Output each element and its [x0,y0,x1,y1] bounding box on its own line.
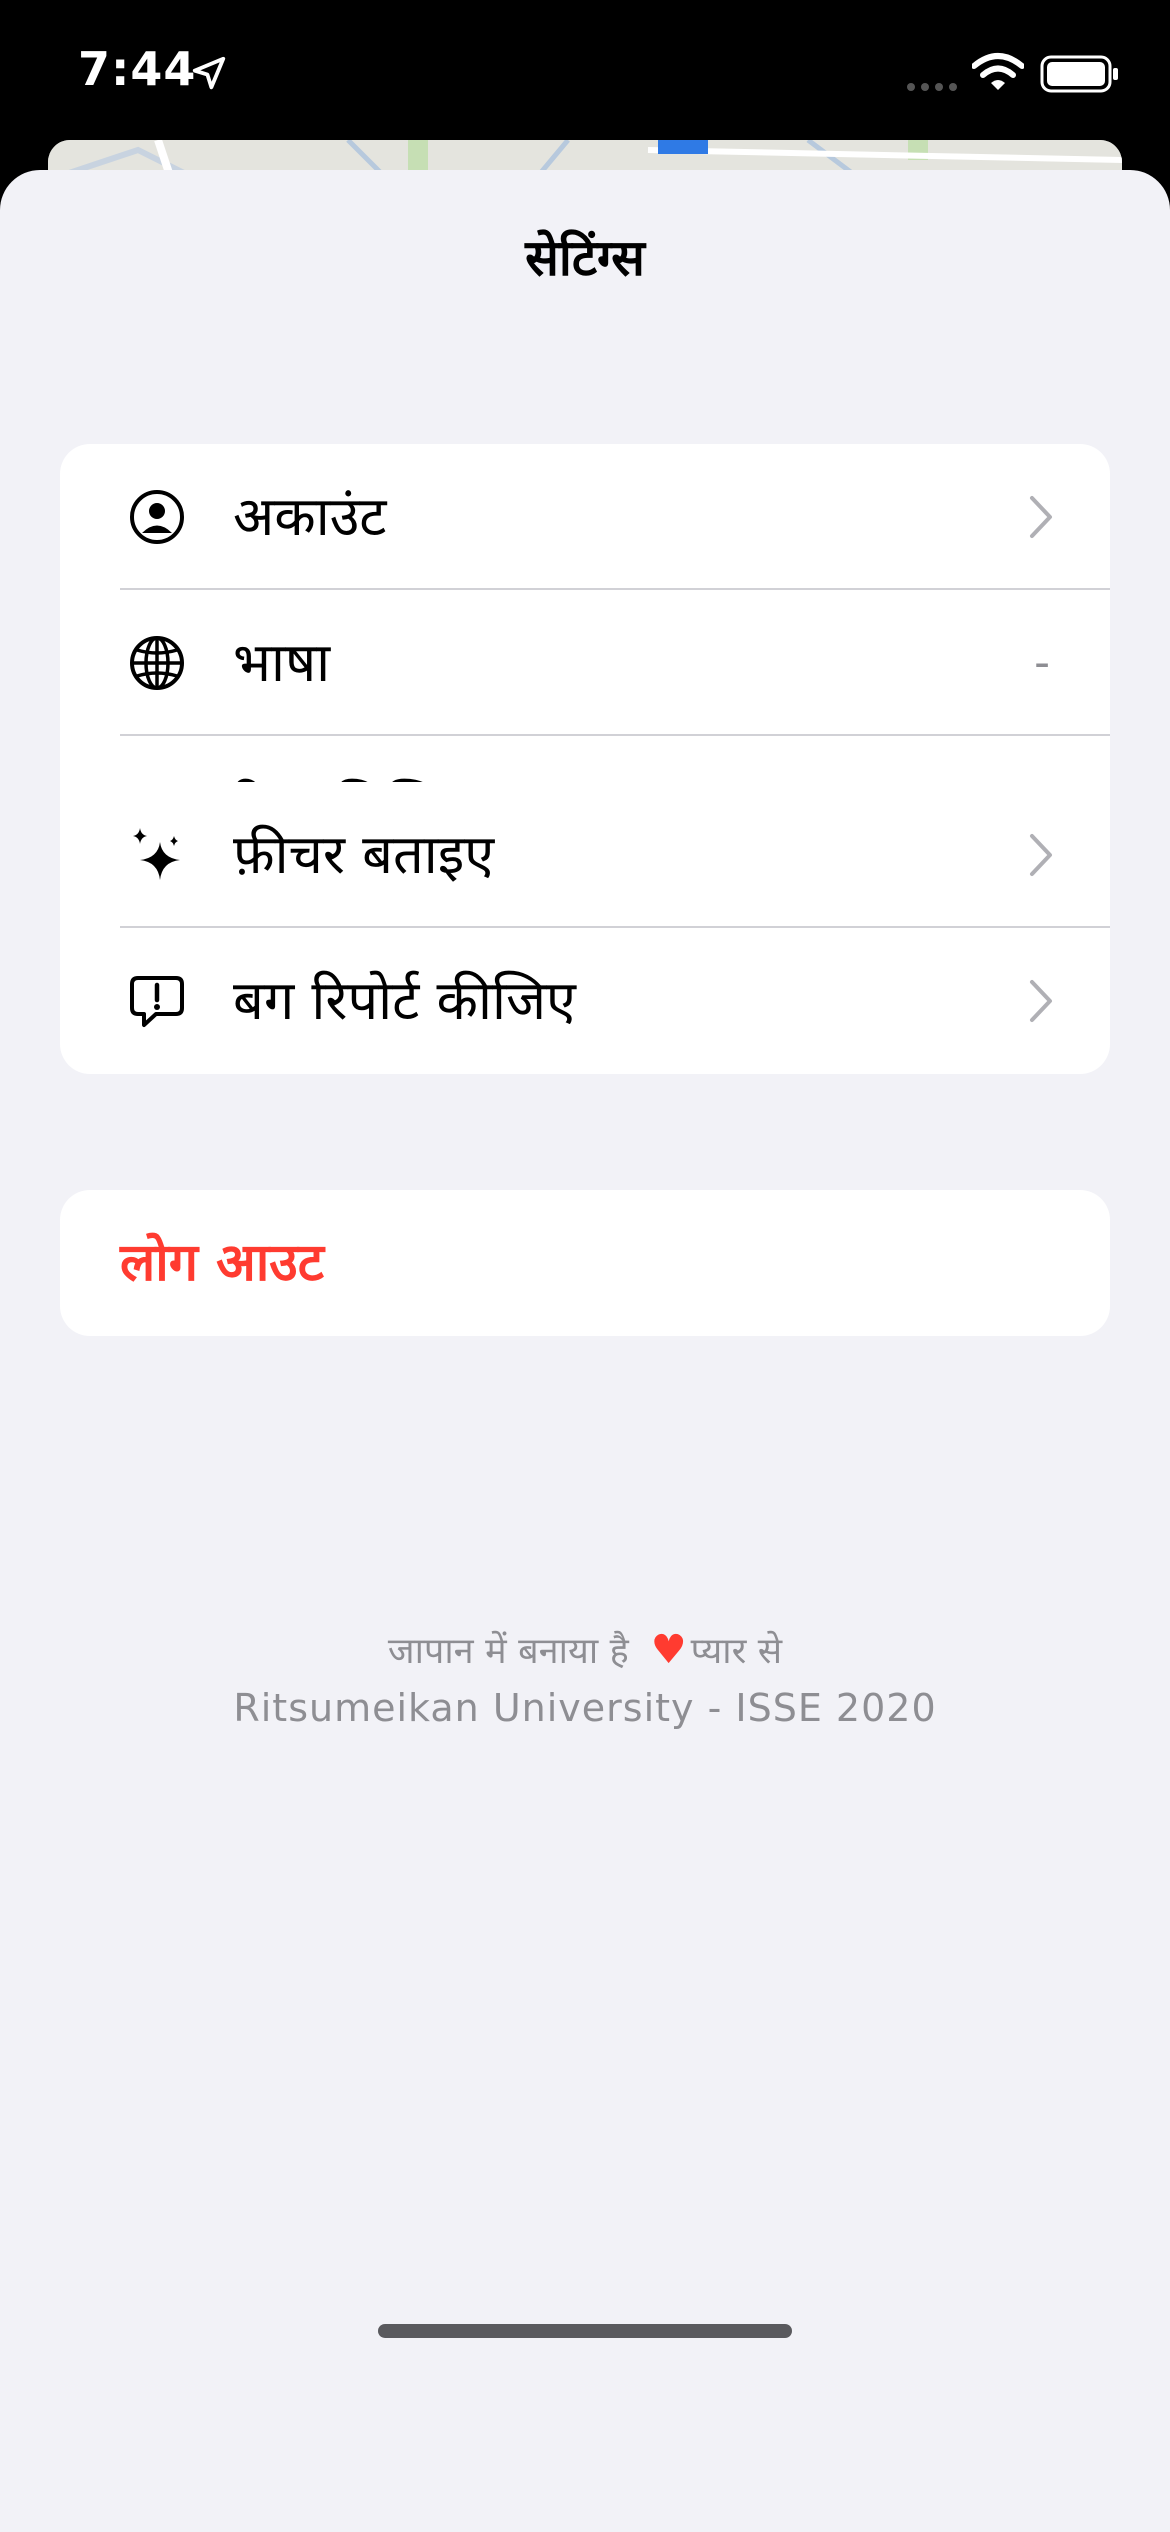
location-arrow-icon [192,56,226,90]
report-bug-row[interactable]: बग रिपोर्ट कीजिए [60,928,1110,1074]
report-bug-label: बग रिपोर्ट कीजिए [233,969,576,1032]
sparkles-icon [133,828,180,880]
wifi-icon [972,53,1024,90]
logout-label: लोग आउट [120,1233,324,1293]
footer-university: Ritsumeikan University - ISSE 2020 [233,1686,937,1730]
footer-line1-suffix: प्यार से [690,1631,783,1672]
language-label: भाषा [233,631,331,694]
footer-credits: जापान में बनाया है ♥ प्यार से Ritsumeikan … [0,1622,1170,1738]
person-circle-icon [130,490,184,544]
chevron-right-icon [1030,496,1052,538]
footer-made-in-japan: जापान में बनाया है ♥ प्यार से [0,1622,1170,1678]
account-label: अकाउंट [233,485,387,548]
account-row[interactable]: अकाउंट [60,444,1110,590]
language-value: - [1034,637,1050,688]
language-row[interactable]: भाषा - [60,590,1110,736]
suggest-feature-label: फ़ीचर बताइए [233,823,495,886]
chevron-right-icon [1030,834,1052,876]
footer-line1-prefix: जापान में बनाया है [387,1631,629,1672]
home-indicator[interactable] [378,2324,792,2338]
status-time: 7:44 [78,42,197,96]
cellular-signal-icon [907,83,957,91]
status-bar: 7:44 [0,0,1170,150]
logout-button[interactable]: लोग आउट [60,1190,1110,1336]
page-title: सेटिंग्स [525,229,645,287]
settings-group-feedback: फ़ीचर बताइए बग रिपोर्ट कीजिए [60,782,1110,1074]
heart-icon: ♥ [650,1627,687,1673]
settings-sheet: सेटिंग्स अकाउंट भाषा - फ़ीचर बताइए बग रि… [0,170,1170,2532]
exclamation-bubble-icon [130,976,184,1027]
battery-icon [1040,55,1118,93]
chevron-right-icon [1030,980,1052,1022]
suggest-feature-row[interactable]: फ़ीचर बताइए [60,782,1110,928]
globe-icon [130,636,184,690]
